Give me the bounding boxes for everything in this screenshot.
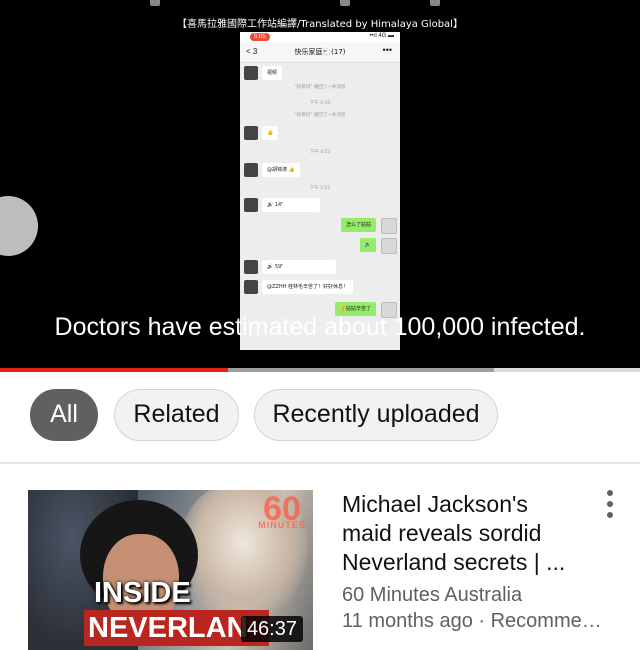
chip-related[interactable]: Related [114, 389, 239, 441]
chat-message: @ZZHH 桂林毛辛苦了！好好休息！ [262, 280, 353, 294]
chat-avatar [244, 198, 258, 212]
chat-message: 🔊 59" [262, 260, 336, 274]
phone-time: 5:05 [250, 33, 270, 41]
chat-avatar-self [381, 238, 397, 254]
chat-message: 视频 [262, 66, 283, 80]
chat-message: 🔊 14" [262, 198, 320, 212]
chat-title: 快乐家庭🐑(17) [294, 48, 346, 56]
chat-message: 🔊 [359, 238, 376, 252]
video-caption: Doctors have estimated about 100,000 inf… [54, 313, 586, 341]
thumbnail-headline-top: INSIDE [94, 577, 191, 609]
phone-status-bar: 5:05 ••ıl 4G ▬ [240, 32, 400, 42]
chat-avatar [244, 66, 258, 80]
chip-recently-uploaded[interactable]: Recently uploaded [254, 389, 498, 441]
video-list-item[interactable]: 60 MINUTES INSIDE NEVERLAN 46:37 Michael… [0, 464, 640, 650]
video-thumbnail[interactable]: 60 MINUTES INSIDE NEVERLAN 46:37 [28, 490, 313, 650]
phone-signal-icon: ••ıl 4G ▬ [369, 33, 394, 39]
chat-avatar [244, 126, 258, 140]
chat-avatar [244, 260, 258, 274]
status-bar [0, 0, 640, 10]
chat-timestamp: 下午 4:50 [309, 101, 331, 106]
video-player[interactable]: 【喜馬拉雅國際工作站編譯/Translated by Himalaya Glob… [0, 0, 640, 372]
chat-message: @胡锦涛 👍 [262, 163, 300, 177]
translation-credit: 【喜馬拉雅國際工作站編譯/Translated by Himalaya Glob… [177, 19, 463, 30]
thumbnail-brand-word: MINUTES [258, 520, 306, 530]
chat-timestamp: 下午 4:55 [309, 150, 331, 155]
chip-all[interactable]: All [30, 389, 98, 441]
duration-badge: 46:37 [240, 616, 303, 642]
chat-header: < 3 快乐家庭🐑(17) ••• [240, 42, 400, 63]
chat-timestamp: 下午 5:01 [309, 186, 331, 191]
chat-message: 怎么了姑姑 [340, 218, 376, 232]
chat-screenshot: 5:05 ••ıl 4G ▬ < 3 快乐家庭🐑(17) ••• 视频 "初哥🐱… [240, 32, 400, 350]
chat-avatar [244, 280, 258, 294]
video-meta: 11 months ago · Recommended [342, 610, 610, 632]
video-channel[interactable]: 60 Minutes Australia [342, 582, 602, 608]
video-title[interactable]: Michael Jackson's maid reveals sordid Ne… [342, 490, 582, 577]
chat-avatar [244, 163, 258, 177]
chat-message: 👍 [262, 126, 279, 140]
chat-avatar-self [381, 218, 397, 234]
chat-more-icon: ••• [382, 45, 392, 55]
filter-chips: All Related Recently uploaded [0, 372, 640, 464]
chat-system-message: "初哥🐱" 撤回了一条消息 [294, 85, 346, 90]
thumbnail-headline-bottom: NEVERLAN [88, 612, 248, 644]
chat-system-message: "初哥🐱" 撤回了一条消息 [294, 113, 346, 118]
more-options-icon[interactable] [596, 490, 624, 522]
seek-handle[interactable] [0, 196, 38, 256]
